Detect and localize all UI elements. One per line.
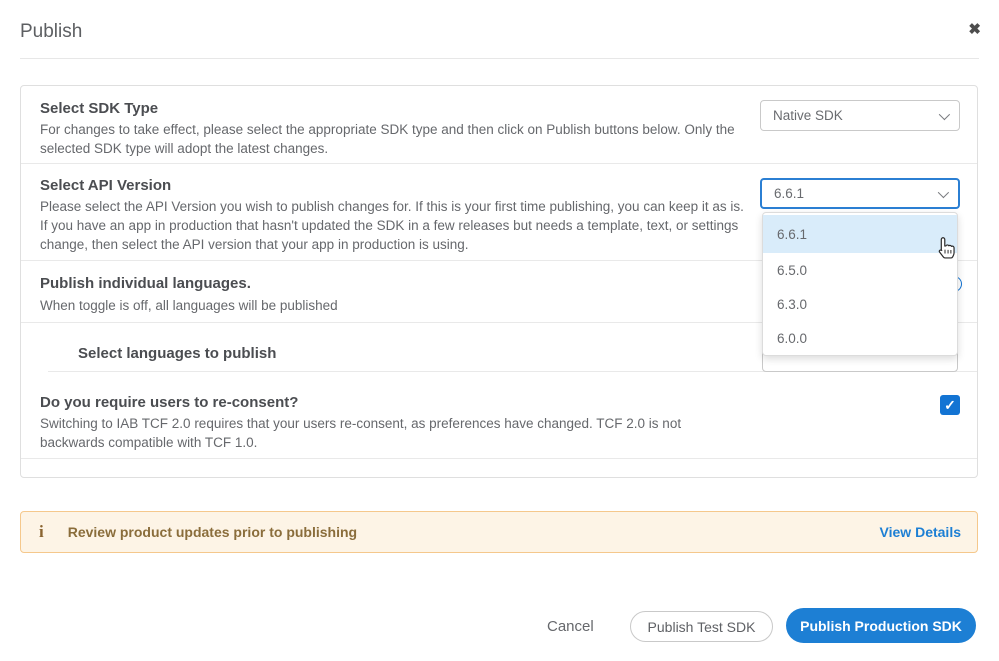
banner-text: Review product updates prior to publishi… <box>68 524 357 540</box>
cursor-icon <box>934 236 956 265</box>
modal-title: Publish <box>20 21 82 43</box>
reconsent-description: Switching to IAB TCF 2.0 requires that y… <box>40 414 736 452</box>
api-version-heading: Select API Version <box>40 177 171 194</box>
chevron-down-icon <box>938 186 949 197</box>
sdk-type-select-value: Native SDK <box>773 108 843 123</box>
sdk-type-select[interactable]: Native SDK <box>760 100 960 131</box>
info-icon: i <box>39 522 44 542</box>
review-updates-banner: i Review product updates prior to publis… <box>20 511 978 553</box>
api-version-dropdown: 6.6.1 6.5.0 6.3.0 6.0.0 <box>762 212 958 356</box>
header-divider <box>20 58 979 59</box>
section-divider <box>21 163 977 164</box>
section-divider <box>21 458 977 459</box>
footer-actions: Cancel Publish Test SDK Publish Producti… <box>0 605 999 645</box>
reconsent-heading: Do you require users to re-consent? <box>40 394 298 411</box>
sdk-type-description: For changes to take effect, please selec… <box>40 120 740 158</box>
publish-test-sdk-button[interactable]: Publish Test SDK <box>630 611 773 642</box>
select-languages-subheading: Select languages to publish <box>78 345 276 362</box>
dropdown-option-661[interactable]: 6.6.1 <box>763 215 957 253</box>
api-version-select[interactable]: 6.6.1 <box>760 178 960 209</box>
chevron-down-icon <box>939 108 950 119</box>
languages-heading: Publish individual languages. <box>40 275 251 292</box>
reconsent-checkbox[interactable]: ✓ <box>940 395 960 415</box>
api-version-description: Please select the API Version you wish t… <box>40 197 748 254</box>
dropdown-option-600[interactable]: 6.0.0 <box>763 321 957 355</box>
api-version-select-value: 6.6.1 <box>774 186 804 201</box>
cancel-button[interactable]: Cancel <box>547 618 594 635</box>
publish-modal: Publish ✖ Select SDK Type For changes to… <box>0 0 999 661</box>
dropdown-option-650[interactable]: 6.5.0 <box>763 253 957 287</box>
languages-description: When toggle is off, all languages will b… <box>40 296 740 315</box>
sdk-type-heading: Select SDK Type <box>40 100 158 117</box>
checkmark-icon: ✓ <box>944 397 956 414</box>
view-details-link[interactable]: View Details <box>880 524 961 540</box>
close-icon[interactable]: ✖ <box>968 20 981 38</box>
publish-production-sdk-button[interactable]: Publish Production SDK <box>786 608 976 643</box>
dropdown-option-630[interactable]: 6.3.0 <box>763 287 957 321</box>
